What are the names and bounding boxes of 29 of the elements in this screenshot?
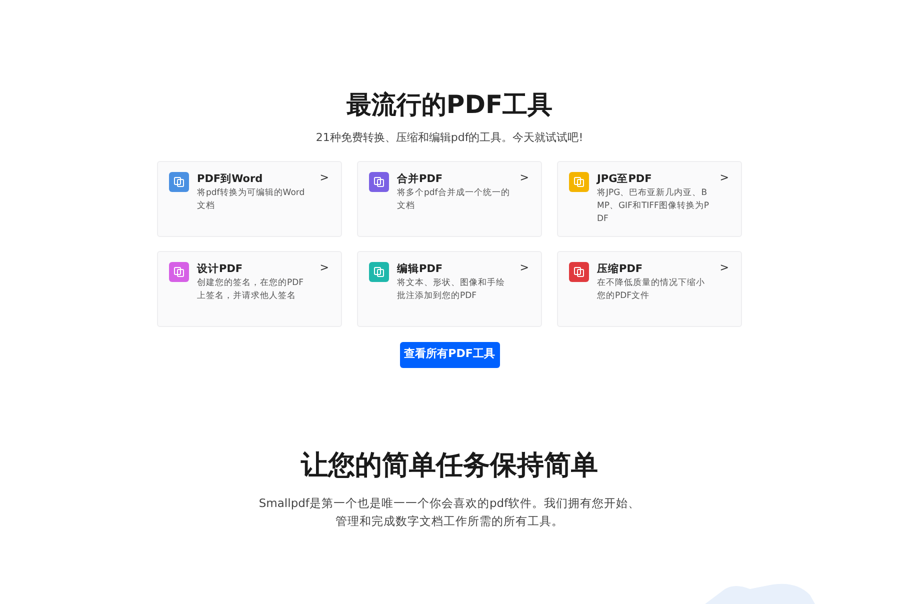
section-title: 让您的简单任务保持简单 xyxy=(301,448,598,482)
tool-card[interactable]: 压缩PDF 在不降低质量的情况下缩小您的PDF文件 > xyxy=(557,250,742,326)
section-title: 最流行的PDF工具 xyxy=(346,89,553,121)
tool-name: JPG至PDF xyxy=(597,172,653,186)
tool-name: PDF到Word xyxy=(197,172,264,186)
section-paragraph: Smallpdf是第一个也是唯一一个你会喜欢的pdf软件。我们拥有您开始、管理和完成数字文档工作所需的所有工具。 xyxy=(258,494,642,530)
chevron-text: > xyxy=(320,172,329,184)
tool-description: 将文本、形状、图像和手绘批注添加到您的PDF xyxy=(397,276,506,302)
chevron-text: > xyxy=(320,262,329,274)
chevron-text: > xyxy=(520,262,529,274)
tool-description: 创建您的签名，在您的PDF上签名，并请求他人签名 xyxy=(197,276,305,302)
tool-name: 编辑PDF xyxy=(397,262,444,276)
tool-card[interactable]: 合并PDF 将多个pdf合并成一个统一的文档 > xyxy=(357,160,542,236)
tool-name: 压缩PDF xyxy=(597,262,644,276)
chevron-text: > xyxy=(520,172,529,184)
chevron-text: > xyxy=(720,262,729,274)
tool-description: 将JPG、巴布亚新几内亚、BMP、GIF和TIFF图像转换为PDF xyxy=(597,186,710,226)
chevron-text: > xyxy=(720,172,729,184)
tool-name: 设计PDF xyxy=(197,262,244,276)
tool-card[interactable]: 设计PDF 创建您的签名，在您的PDF上签名，并请求他人签名 > xyxy=(157,250,342,326)
section-subtitle: 21种免费转换、压缩和编辑pdf的工具。今天就试试吧! xyxy=(316,130,584,146)
view-all-tools-button[interactable]: 查看所有PDF工具 xyxy=(400,342,500,368)
tool-card[interactable]: JPG至PDF 将JPG、巴布亚新几内亚、BMP、GIF和TIFF图像转换为PDF > xyxy=(557,160,742,236)
tool-name: 合并PDF xyxy=(397,172,444,186)
tool-card[interactable]: PDF到Word 将pdf转换为可编辑的Word文档 > xyxy=(157,160,342,236)
tool-description: 在不降低质量的情况下缩小您的PDF文件 xyxy=(597,276,706,302)
tool-description: 将pdf转换为可编辑的Word文档 xyxy=(197,186,306,212)
tool-card[interactable]: 编辑PDF 将文本、形状、图像和手绘批注添加到您的PDF > xyxy=(357,250,542,326)
tool-description: 将多个pdf合并成一个统一的文档 xyxy=(397,186,511,212)
